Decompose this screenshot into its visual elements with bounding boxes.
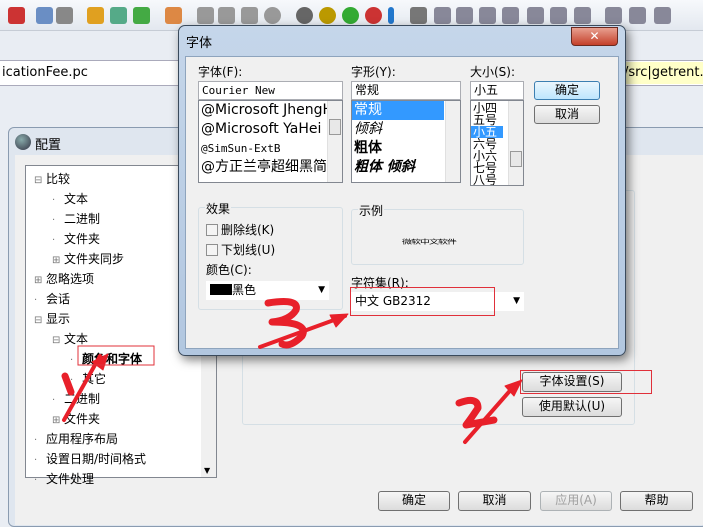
annotation-number-1	[61, 372, 75, 396]
annotation-arrow-head	[329, 313, 349, 328]
annotation-overlay	[61, 298, 523, 444]
annotation-box	[77, 345, 155, 366]
